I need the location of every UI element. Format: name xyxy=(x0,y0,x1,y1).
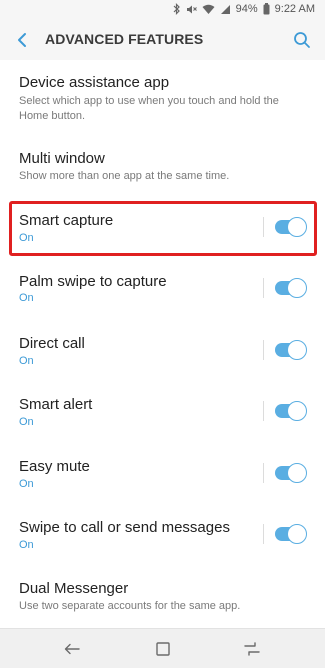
toggle-divider xyxy=(263,401,264,421)
toggle-knob xyxy=(287,340,307,360)
setting-status: On xyxy=(19,539,34,551)
toggle-divider xyxy=(263,340,264,360)
bluetooth-icon xyxy=(173,3,180,15)
setting-title: Direct call xyxy=(19,335,85,352)
setting-device-assistance-app[interactable]: Device assistance app Select which app t… xyxy=(0,60,325,133)
search-button[interactable] xyxy=(291,29,313,51)
setting-easy-mute[interactable]: Easy mute On xyxy=(0,442,325,503)
nav-back-button[interactable] xyxy=(62,640,82,658)
battery-percent: 94% xyxy=(235,3,258,15)
setting-title: Dual Messenger xyxy=(19,580,129,597)
status-icons: 94% 9:22 AM xyxy=(173,3,315,15)
setting-status: On xyxy=(19,292,34,304)
setting-smart-alert[interactable]: Smart alert On xyxy=(0,380,325,442)
setting-subtitle: Use two separate accounts for the same a… xyxy=(19,600,241,612)
app-bar: ADVANCED FEATURES xyxy=(0,20,325,60)
battery-icon xyxy=(263,3,270,15)
setting-direct-call[interactable]: Direct call On xyxy=(0,319,325,380)
setting-title: Multi window xyxy=(19,150,105,167)
status-bar: 94% 9:22 AM xyxy=(0,0,325,20)
nav-home-button[interactable] xyxy=(153,640,173,658)
nav-recents-button[interactable] xyxy=(242,640,262,658)
setting-status: On xyxy=(19,478,34,490)
setting-title: Smart alert xyxy=(19,396,93,413)
setting-subtitle: Select which app to use when you touch a… xyxy=(19,95,279,122)
toggle-knob xyxy=(287,524,307,544)
setting-dual-messenger[interactable]: Dual Messenger Use two separate accounts… xyxy=(0,565,325,628)
toggle-knob xyxy=(287,463,307,483)
page-title: ADVANCED FEATURES xyxy=(45,31,204,47)
search-icon xyxy=(294,32,310,48)
setting-swipe-to-call[interactable]: Swipe to call or send messages On xyxy=(0,503,325,565)
setting-status: On xyxy=(19,355,34,367)
toggle-divider xyxy=(263,278,264,298)
back-button[interactable] xyxy=(12,29,34,51)
toggle-divider xyxy=(263,463,264,483)
nav-back-icon xyxy=(64,643,80,655)
mute-icon xyxy=(186,5,197,13)
palm-swipe-toggle[interactable] xyxy=(275,278,307,298)
setting-title: Device assistance app xyxy=(19,74,170,91)
setting-status: On xyxy=(19,416,34,428)
settings-list: Device assistance app Select which app t… xyxy=(0,60,325,628)
setting-title: Easy mute xyxy=(19,458,90,475)
direct-call-toggle[interactable] xyxy=(275,340,307,360)
navigation-bar xyxy=(0,628,325,668)
smart-alert-toggle[interactable] xyxy=(275,401,307,421)
wifi-icon xyxy=(202,4,215,14)
swipe-to-call-toggle[interactable] xyxy=(275,524,307,544)
status-time: 9:22 AM xyxy=(274,3,315,15)
easy-mute-toggle[interactable] xyxy=(275,463,307,483)
toggle-knob xyxy=(287,278,307,298)
signal-icon xyxy=(220,4,230,14)
toggle-divider xyxy=(263,524,264,544)
setting-multi-window[interactable]: Multi window Show more than one app at t… xyxy=(0,133,325,195)
toggle-knob xyxy=(287,401,307,421)
back-arrow-icon xyxy=(18,33,26,47)
setting-title: Palm swipe to capture xyxy=(19,273,167,290)
setting-subtitle: Show more than one app at the same time. xyxy=(19,170,230,182)
setting-title: Swipe to call or send messages xyxy=(19,519,230,536)
nav-home-icon xyxy=(156,642,170,656)
smart-capture-highlight xyxy=(9,201,317,256)
nav-recents-icon xyxy=(244,642,260,656)
setting-palm-swipe[interactable]: Palm swipe to capture On xyxy=(0,257,325,319)
